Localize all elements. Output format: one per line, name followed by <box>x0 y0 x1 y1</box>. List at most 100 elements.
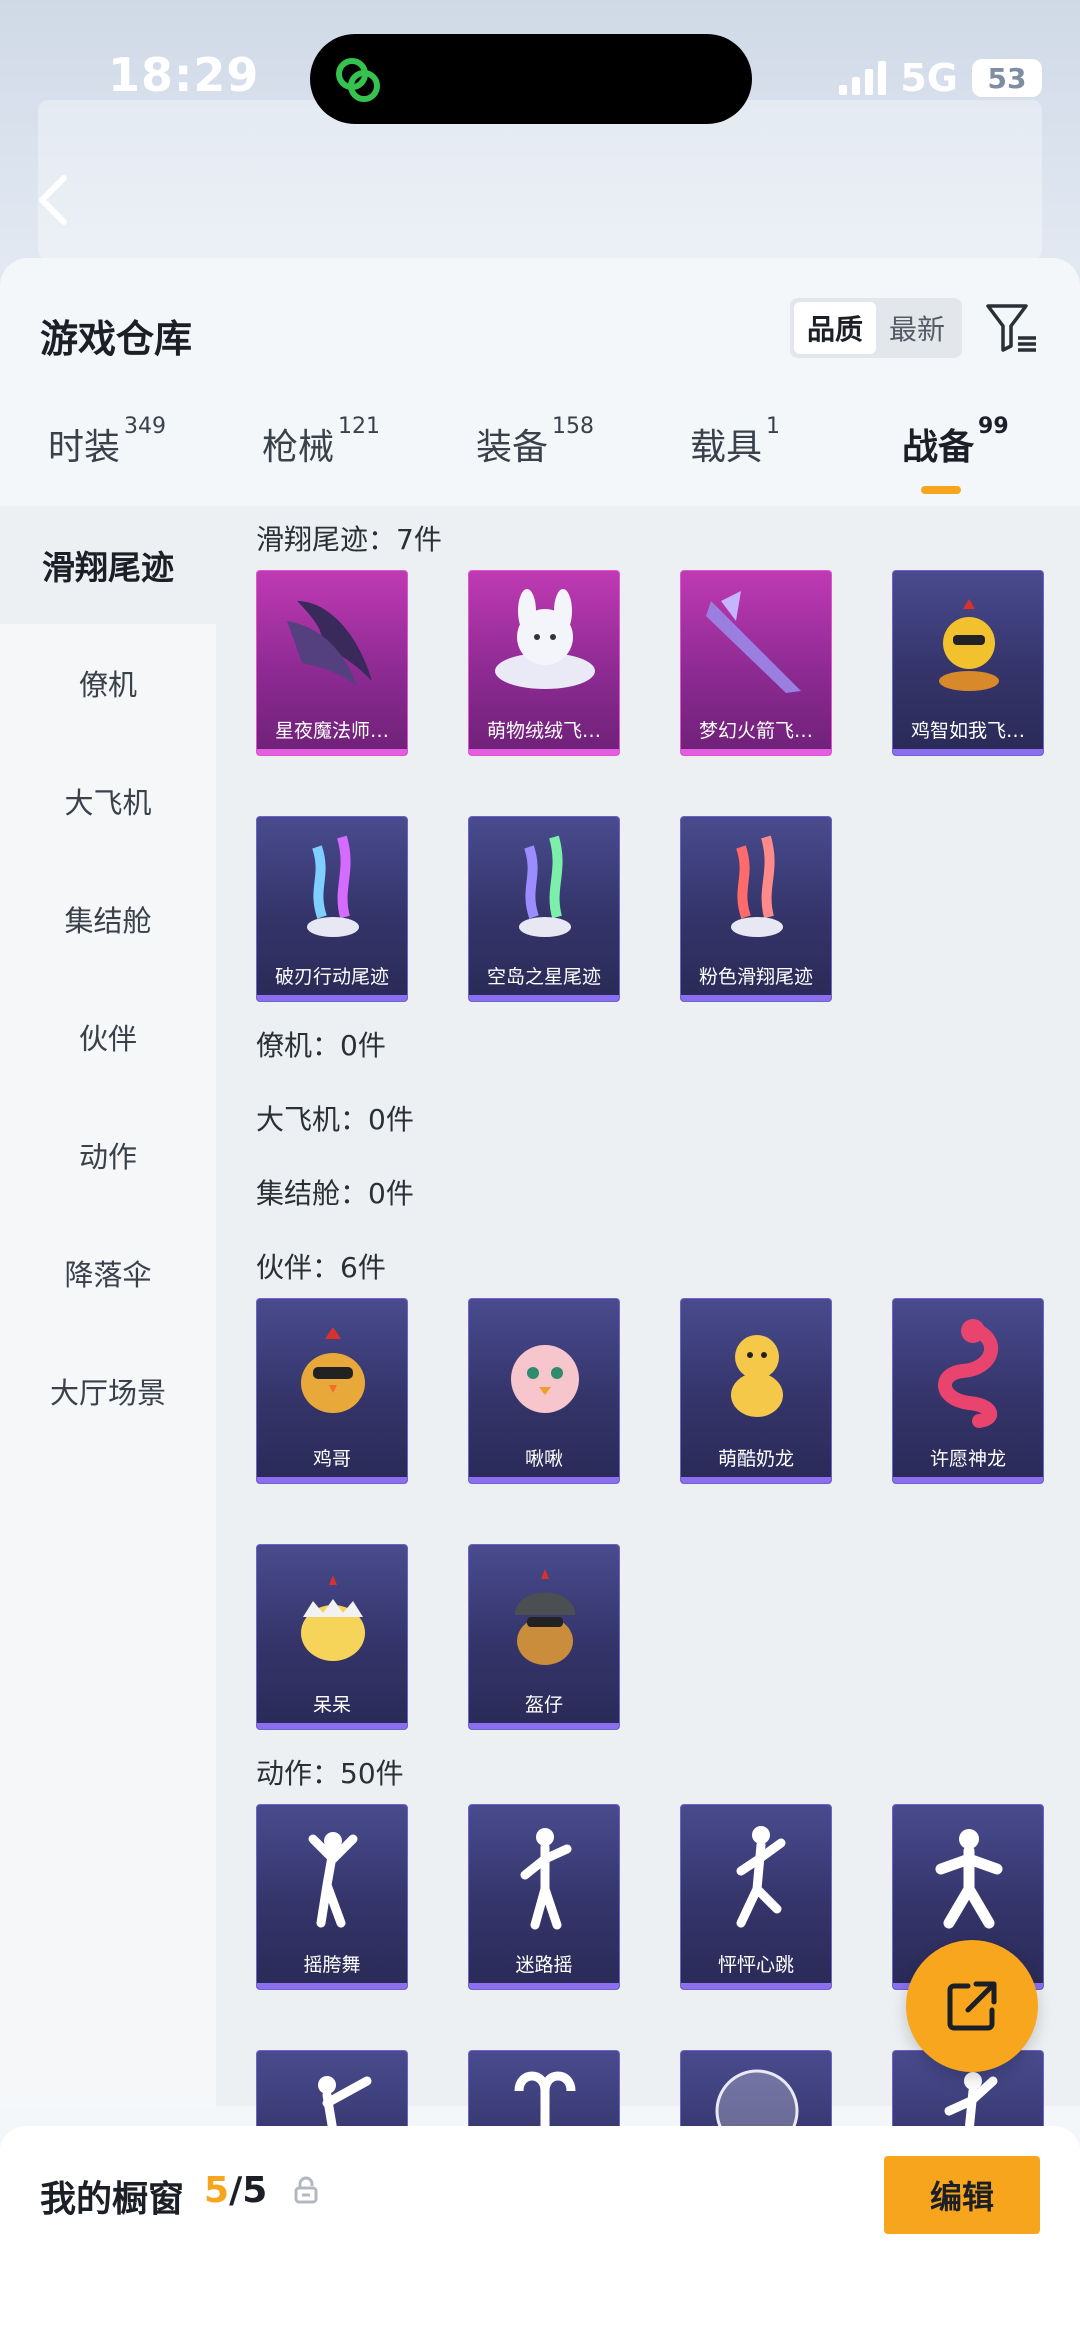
sidebar-item-lobby-scene[interactable]: 大厅场景 <box>0 1332 216 1450</box>
tab-label: 枪械 <box>262 427 335 468</box>
sidebar-item-big-plane[interactable]: 大飞机 <box>0 742 216 860</box>
item-name: 盔仔 <box>524 1694 563 1716</box>
item-name: 迷路摇 <box>515 1954 573 1976</box>
helmet-partner-icon <box>515 1569 575 1665</box>
sidebar-item-partner[interactable]: 伙伴 <box>0 978 216 1096</box>
section-label: 滑翔尾迹：7件 <box>256 523 442 556</box>
item-list: 滑翔尾迹：7件 星夜魔法师… 萌物绒绒飞… 梦幻火箭飞… 鸡智如我飞… 破刃行动… <box>216 506 1080 2236</box>
glide-trail-icon <box>519 835 571 937</box>
item-name: 许愿神龙 <box>929 1448 1006 1470</box>
item-card[interactable]: 鸡智如我飞… <box>892 570 1044 756</box>
tab-label: 装备 <box>476 427 549 468</box>
sort-latest-button[interactable]: 最新 <box>876 302 958 354</box>
dancer-icon <box>736 1826 786 1928</box>
item-name: 梦幻火箭飞… <box>698 720 813 742</box>
dancer-icon <box>308 1832 358 1928</box>
showcase-total: /5 <box>229 2170 268 2211</box>
tab-count: 99 <box>978 414 1009 439</box>
glide-trail-icon <box>731 835 783 937</box>
item-card[interactable]: 梦幻火箭飞… <box>680 570 832 756</box>
item-card[interactable]: 鸡哥 <box>256 1298 408 1484</box>
item-name: 啾啾 <box>524 1448 563 1470</box>
item-name: 星夜魔法师… <box>274 720 389 742</box>
category-tabs: 时装349 枪械121 装备158 载具1 战备99 <box>0 414 1080 502</box>
bird-partner-icon <box>511 1345 579 1413</box>
item-card[interactable]: 盔仔 <box>468 1544 620 1730</box>
tab-label: 时装 <box>48 427 121 468</box>
sidebar-item-glide-trail[interactable]: 滑翔尾迹 <box>0 506 216 624</box>
tab-costume[interactable]: 时装349 <box>48 414 166 470</box>
share-button[interactable] <box>906 1940 1038 2072</box>
tab-count: 349 <box>124 414 167 439</box>
item-name: 鸡智如我飞… <box>910 720 1025 742</box>
dragon-partner-icon <box>731 1335 783 1417</box>
item-name: 呆呆 <box>312 1694 351 1716</box>
tab-count: 121 <box>338 414 381 439</box>
dancer-icon <box>520 1828 572 1930</box>
showcase-bar: 我的橱窗 5/5 编辑 <box>0 2126 1080 2347</box>
item-name: 萌酷奶龙 <box>717 1448 794 1470</box>
tab-label: 战备 <box>902 427 975 468</box>
item-card[interactable]: 啾啾 <box>468 1298 620 1484</box>
item-name: 粉色滑翔尾迹 <box>698 966 813 988</box>
section-label: 伙伴：6件 <box>256 1251 386 1284</box>
dancer-icon <box>935 1829 1003 1929</box>
item-card[interactable]: 萌酷奶龙 <box>680 1298 832 1484</box>
content-area: 滑翔尾迹 僚机 大飞机 集结舱 伙伴 动作 降落伞 大厅场景 滑翔尾迹：7件 星… <box>0 506 1080 2236</box>
showcase-count: 5/5 <box>204 2170 267 2211</box>
tab-count: 1 <box>766 414 781 439</box>
chick-partner-icon <box>301 1575 365 1661</box>
item-card[interactable]: 破刃行动尾迹 <box>256 816 408 1002</box>
sidebar-item-wingman[interactable]: 僚机 <box>0 624 216 742</box>
section-label: 僚机：0件 <box>256 1029 386 1062</box>
dark-wings-icon <box>287 601 372 686</box>
item-card[interactable]: 迷路摇 <box>468 1804 620 1990</box>
item-card[interactable]: 空岛之星尾迹 <box>468 816 620 1002</box>
status-time: 18:29 <box>108 48 260 102</box>
wish-dragon-icon <box>938 1319 999 1428</box>
item-name: 怦怦心跳 <box>717 1954 794 1976</box>
rocket-glider-icon <box>706 591 801 693</box>
profile-stats-card-blurred <box>38 100 1042 260</box>
item-name: 萌物绒绒飞… <box>486 720 601 742</box>
sidebar-item-emote[interactable]: 动作 <box>0 1096 216 1214</box>
item-card[interactable]: 呆呆 <box>256 1544 408 1730</box>
sidebar-item-assembly-pod[interactable]: 集结舱 <box>0 860 216 978</box>
item-name: 空岛之星尾迹 <box>486 966 601 988</box>
dynamic-island <box>310 34 752 124</box>
section-label: 大飞机：0件 <box>256 1103 414 1136</box>
sort-quality-button[interactable]: 品质 <box>794 302 876 354</box>
item-card[interactable]: 粉色滑翔尾迹 <box>680 816 832 1002</box>
item-name: 鸡哥 <box>312 1448 351 1470</box>
filter-icon[interactable] <box>984 300 1040 356</box>
tab-label: 载具 <box>690 427 763 468</box>
tab-weapons[interactable]: 枪械121 <box>262 414 380 470</box>
tab-equipment[interactable]: 装备158 <box>476 414 594 470</box>
item-card[interactable]: 许愿神龙 <box>892 1298 1044 1484</box>
lock-icon <box>294 2176 318 2204</box>
sidebar-item-parachute[interactable]: 降落伞 <box>0 1214 216 1332</box>
item-name: 摇胯舞 <box>303 1954 361 1976</box>
item-name: 破刃行动尾迹 <box>274 966 389 988</box>
item-card[interactable]: 萌物绒绒飞… <box>468 570 620 756</box>
showcase-title: 我的橱窗 <box>40 2179 185 2220</box>
tab-battle-gear[interactable]: 战备99 <box>902 414 1009 470</box>
link-app-icon <box>336 58 380 102</box>
active-tab-indicator <box>921 486 961 494</box>
sidebar: 滑翔尾迹 僚机 大飞机 集结舱 伙伴 动作 降落伞 大厅场景 <box>0 506 216 2106</box>
item-card[interactable]: 摇胯舞 <box>256 1804 408 1990</box>
edit-button[interactable]: 编辑 <box>884 2156 1040 2234</box>
item-card[interactable]: 星夜魔法师… <box>256 570 408 756</box>
chicken-glider-icon <box>939 599 999 691</box>
section-label: 动作：50件 <box>256 1757 404 1790</box>
sort-toggle: 品质 最新 <box>790 298 962 358</box>
tab-vehicles[interactable]: 载具1 <box>690 414 780 470</box>
signal-icon <box>839 61 887 95</box>
chicken-partner-icon <box>301 1327 365 1413</box>
share-icon <box>947 1981 997 2031</box>
plush-bunny-icon <box>495 589 595 689</box>
back-icon[interactable] <box>34 170 74 230</box>
network-label: 5G <box>900 56 958 100</box>
item-card[interactable]: 怦怦心跳 <box>680 1804 832 1990</box>
status-indicators: 5G 53 <box>839 56 1042 100</box>
